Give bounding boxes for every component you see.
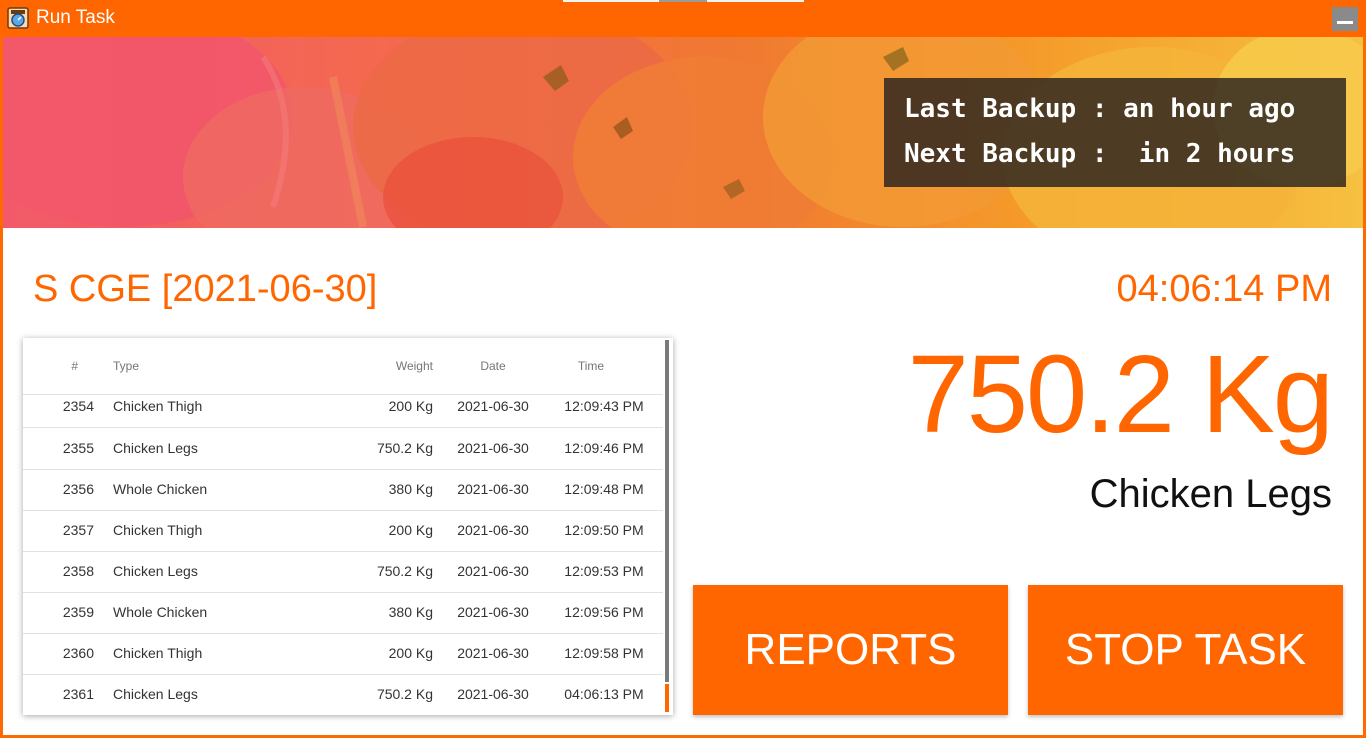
session-title: S CGE [2021-06-30] xyxy=(33,268,378,310)
cell-date: 2021-06-30 xyxy=(457,604,529,620)
cell-id: 2355 xyxy=(62,440,94,456)
column-header-date[interactable]: Date xyxy=(478,359,508,373)
title-bar-tab xyxy=(563,0,659,2)
column-header-time[interactable]: Time xyxy=(574,359,608,373)
title-bar-tab xyxy=(707,0,804,2)
cell-weight: 380 Kg xyxy=(388,481,433,497)
cell-date: 2021-06-30 xyxy=(457,481,529,497)
cell-date: 2021-06-30 xyxy=(457,440,529,456)
last-backup-text: Last Backup : an hour ago xyxy=(904,94,1296,124)
cell-weight: 750.2 Kg xyxy=(376,563,433,579)
reports-button[interactable]: REPORTS xyxy=(693,585,1008,715)
table-row[interactable]: 2356 Whole Chicken 380 Kg 2021-06-30 12:… xyxy=(23,469,663,511)
cell-time: 12:09:58 PM xyxy=(564,645,644,661)
cell-type: Whole Chicken xyxy=(113,604,208,620)
current-weight: 750.2 Kg xyxy=(907,333,1334,456)
stop-task-button[interactable]: STOP TASK xyxy=(1028,585,1343,715)
current-time: 04:06:14 PM xyxy=(1116,268,1332,310)
table-row[interactable]: 2357 Chicken Thigh 200 Kg 2021-06-30 12:… xyxy=(23,510,663,552)
cell-type: Chicken Thigh xyxy=(113,645,203,661)
cell-id: 2356 xyxy=(62,481,94,497)
title-bar: Run Task xyxy=(0,0,1366,37)
cell-weight: 380 Kg xyxy=(388,604,433,620)
cell-time: 12:09:46 PM xyxy=(564,440,644,456)
column-header-weight[interactable]: Weight xyxy=(383,359,433,373)
cell-id: 2361 xyxy=(62,686,94,702)
cell-date: 2021-06-30 xyxy=(457,686,529,702)
cell-time: 12:09:56 PM xyxy=(564,604,644,620)
records-table: # Type Weight Date Time 2354 Chicken Thi… xyxy=(23,338,673,715)
table-row[interactable]: 2359 Whole Chicken 380 Kg 2021-06-30 12:… xyxy=(23,592,663,634)
cell-time: 12:09:50 PM xyxy=(564,522,644,538)
table-row[interactable]: 2358 Chicken Legs 750.2 Kg 2021-06-30 12… xyxy=(23,551,663,593)
cell-date: 2021-06-30 xyxy=(457,563,529,579)
cell-weight: 200 Kg xyxy=(388,398,433,414)
table-scrollbar[interactable] xyxy=(665,340,669,682)
cell-time: 12:09:53 PM xyxy=(564,563,644,579)
cell-id: 2358 xyxy=(62,563,94,579)
cell-id: 2357 xyxy=(62,522,94,538)
cell-type: Whole Chicken xyxy=(113,481,208,497)
cell-weight: 200 Kg xyxy=(388,645,433,661)
current-product: Chicken Legs xyxy=(1089,472,1332,516)
cell-date: 2021-06-30 xyxy=(457,645,529,661)
cell-id: 2354 xyxy=(62,398,94,414)
title-bar-tab xyxy=(659,0,707,2)
column-header-id[interactable]: # xyxy=(60,359,78,373)
cell-date: 2021-06-30 xyxy=(457,398,529,414)
column-header-type[interactable]: Type xyxy=(113,359,139,373)
cell-weight: 750.2 Kg xyxy=(376,440,433,456)
cell-type: Chicken Thigh xyxy=(113,398,203,414)
cell-date: 2021-06-30 xyxy=(457,522,529,538)
table-scrollbar-thumb[interactable] xyxy=(665,684,669,712)
cell-weight: 200 Kg xyxy=(388,522,433,538)
next-backup-text: Next Backup : in 2 hours xyxy=(904,139,1296,169)
cell-type: Chicken Legs xyxy=(113,563,198,579)
cell-type: Chicken Thigh xyxy=(113,522,203,538)
table-row[interactable]: 2361 Chicken Legs 750.2 Kg 2021-06-30 04… xyxy=(23,674,663,715)
table-header: # Type Weight Date Time xyxy=(23,338,663,395)
minimize-button[interactable] xyxy=(1332,7,1358,31)
cell-id: 2360 xyxy=(62,645,94,661)
scale-icon xyxy=(7,7,29,29)
cell-time: 04:06:13 PM xyxy=(564,686,644,702)
cell-id: 2359 xyxy=(62,604,94,620)
banner-image: Last Backup : an hour ago Next Backup : … xyxy=(3,37,1363,228)
cell-time: 12:09:48 PM xyxy=(564,481,644,497)
minimize-icon xyxy=(1337,21,1353,24)
table-row[interactable]: 2360 Chicken Thigh 200 Kg 2021-06-30 12:… xyxy=(23,633,663,675)
run-task-window: Run Task Last Backup : an hour ago Next … xyxy=(0,0,1366,738)
table-row[interactable]: 2354 Chicken Thigh 200 Kg 2021-06-30 12:… xyxy=(23,394,663,428)
cell-time: 12:09:43 PM xyxy=(564,398,644,414)
cell-type: Chicken Legs xyxy=(113,440,198,456)
window-title: Run Task xyxy=(36,7,115,28)
table-row[interactable]: 2355 Chicken Legs 750.2 Kg 2021-06-30 12… xyxy=(23,428,663,470)
backup-status-panel: Last Backup : an hour ago Next Backup : … xyxy=(884,78,1346,187)
cell-type: Chicken Legs xyxy=(113,686,198,702)
cell-weight: 750.2 Kg xyxy=(376,686,433,702)
